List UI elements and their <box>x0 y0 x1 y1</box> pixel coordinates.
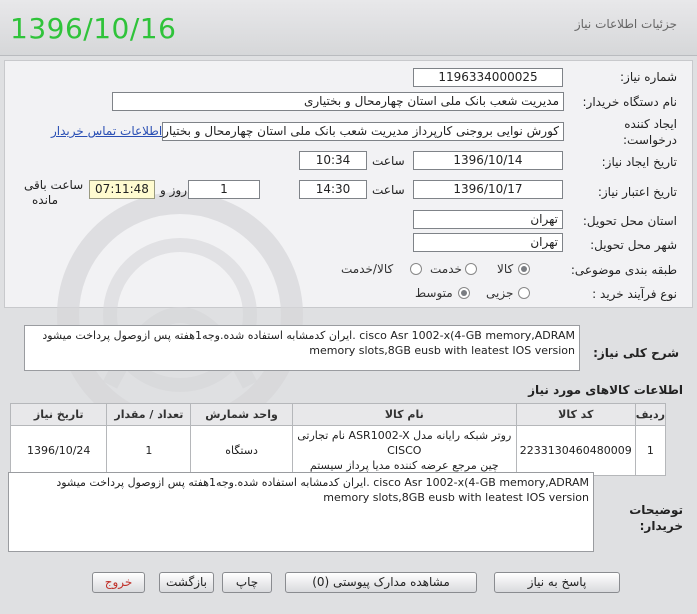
category-radio-goods-service[interactable] <box>410 263 422 275</box>
province-label: استان محل تحویل: <box>582 214 677 228</box>
cell-code: 2233130460480009 <box>515 425 636 476</box>
cell-date: 1396/10/24 <box>9 425 108 476</box>
category-radio-service[interactable] <box>465 263 477 275</box>
need-number-label: شماره نیاز: <box>620 70 677 84</box>
category-option-goods-service: کالا/خدمت <box>341 262 394 276</box>
valid-time-field: 14:30 <box>299 180 367 199</box>
city-field: تهران <box>413 233 563 252</box>
header-date: 1396/10/16 <box>10 12 177 45</box>
col-unit: واحد شمارش <box>190 403 293 426</box>
category-option-goods: کالا <box>497 262 514 276</box>
process-radio-medium[interactable] <box>458 287 470 299</box>
valid-date-label: تاریخ اعتبار نیاز: <box>597 185 677 199</box>
creator-label-line2: درخواست: <box>623 133 677 147</box>
valid-date-field: 1396/10/17 <box>413 180 563 199</box>
created-date-label: تاریخ ایجاد نیاز: <box>601 155 677 169</box>
created-time-label: ساعت <box>372 154 405 168</box>
col-row: ردیف <box>634 403 667 426</box>
city-label: شهر محل تحویل: <box>590 238 677 252</box>
summary-line-1: ایران کدمشابه استفاده شده.وجه1هفته پس از… <box>42 329 575 342</box>
buyer-contact-link[interactable]: اطلاعات تماس خریدار <box>51 124 162 138</box>
col-name: نام کالا <box>291 403 517 426</box>
remaining-days-field: 1 <box>188 180 260 199</box>
category-option-service: خدمت <box>430 262 462 276</box>
valid-time-label: ساعت <box>372 183 405 197</box>
buyer-org-label: نام دستگاه خریدار: <box>582 95 678 109</box>
need-number-field: 1196334000025 <box>413 68 563 87</box>
table-row: 1 2233130460480009 روتر شبکه رایانه مدل … <box>9 425 667 476</box>
print-button[interactable]: چاپ <box>222 572 272 593</box>
buyer-notes-field[interactable]: ایران کدمشابه استفاده شده.وجه1هفته پس از… <box>8 472 594 552</box>
col-code: کد کالا <box>515 403 636 426</box>
reply-button[interactable]: پاسخ به نیاز <box>494 572 620 593</box>
buyer-notes-line-2: memory slots,8GB eusb with leatest IOS v… <box>323 491 589 504</box>
province-field: تهران <box>413 210 563 229</box>
cell-name-line-2: چین مرجع عرضه کننده مدیا پرداز سیستم <box>309 459 499 472</box>
page-title: جزئیات اطلاعات نیاز <box>574 17 677 31</box>
remaining-label-line2: مانده <box>32 193 59 207</box>
buyer-org-field: مدیریت شعب بانک ملی استان چهارمحال و بخت… <box>112 92 564 111</box>
days-label: روز و <box>160 183 187 197</box>
cell-row: 1 <box>634 425 667 476</box>
items-table-header: ردیف کد کالا نام کالا واحد شمارش تعداد /… <box>9 403 667 426</box>
exit-button[interactable]: خروج <box>92 572 145 593</box>
remaining-time-field: 07:11:48 <box>89 180 155 199</box>
buyer-notes-line-1: ایران کدمشابه استفاده شده.وجه1هفته پس از… <box>56 476 589 489</box>
creator-label-line1: ایجاد کننده <box>624 117 677 131</box>
created-date-field: 1396/10/14 <box>413 151 563 170</box>
creator-field: کورش نوایی بروجنی کارپرداز مدیریت شعب با… <box>162 122 564 141</box>
summary-label: شرح کلی نیاز: <box>593 346 679 360</box>
back-button[interactable]: بازگشت <box>159 572 214 593</box>
buyer-notes-label-line2: خریدار: <box>639 519 683 533</box>
process-label: نوع فرآیند خرید : <box>592 287 677 301</box>
col-qty: تعداد / مقدار <box>106 403 192 426</box>
items-table: ردیف کد کالا نام کالا واحد شمارش تعداد /… <box>9 403 667 476</box>
cell-qty: 1 <box>106 425 192 476</box>
category-label: طبقه بندی موضوعی: <box>570 263 677 277</box>
summary-field: ایران کدمشابه استفاده شده.وجه1هفته پس از… <box>24 325 580 371</box>
process-radio-minor[interactable] <box>518 287 530 299</box>
process-option-minor: جزیی <box>486 286 514 300</box>
buyer-notes-label-line1: توضیحات <box>629 503 683 517</box>
cell-name-line-1: روتر شبکه رایانه مدل ASR1002-X نام تجارت… <box>297 429 512 457</box>
process-option-medium: متوسط <box>415 286 453 300</box>
col-date: تاریخ نیاز <box>9 403 108 426</box>
cell-unit: دستگاه <box>190 425 293 476</box>
summary-line-2: memory slots,8GB eusb with leatest IOS v… <box>309 344 575 357</box>
created-time-field: 10:34 <box>299 151 367 170</box>
items-section-title: اطلاعات کالاهای مورد نیاز <box>528 383 683 397</box>
page-header: 1396/10/16 جزئیات اطلاعات نیاز <box>0 0 697 56</box>
category-radio-goods[interactable] <box>518 263 530 275</box>
remaining-label-line1: ساعت باقی <box>24 178 84 192</box>
cell-name: روتر شبکه رایانه مدل ASR1002-X نام تجارت… <box>291 425 517 476</box>
view-attachments-button[interactable]: مشاهده مدارک پیوستی (0) <box>285 572 477 593</box>
